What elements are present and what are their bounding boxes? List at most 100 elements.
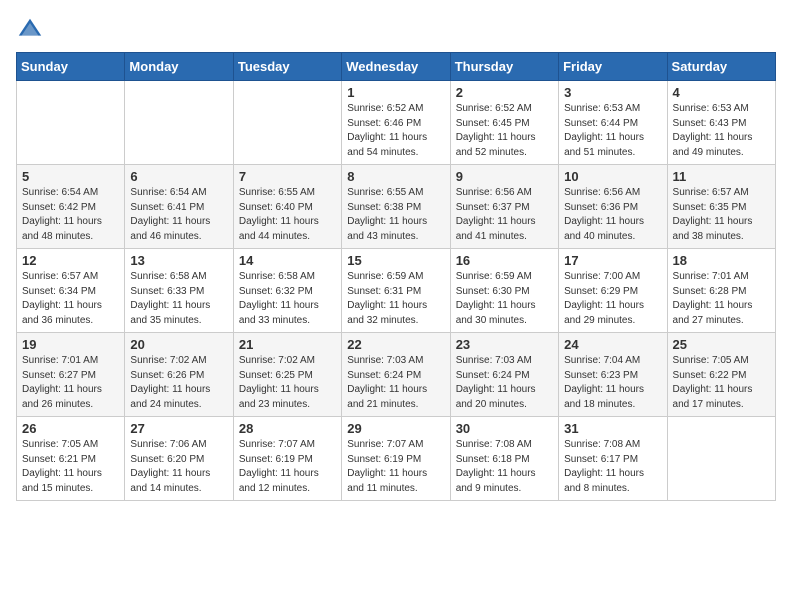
day-info: Sunrise: 7:06 AM Sunset: 6:20 PM Dayligh…	[130, 438, 227, 496]
calendar-cell: 19 Sunrise: 7:01 AM Sunset: 6:27 PM Dayli…	[17, 333, 125, 417]
day-number: 23	[456, 337, 553, 352]
day-info: Sunrise: 6:52 AM Sunset: 6:45 PM Dayligh…	[456, 102, 553, 160]
day-info: Sunrise: 7:07 AM Sunset: 6:19 PM Dayligh…	[347, 438, 444, 496]
calendar-header-friday: Friday	[559, 53, 667, 81]
calendar-cell	[17, 81, 125, 165]
day-number: 21	[239, 337, 336, 352]
calendar-cell: 15 Sunrise: 6:59 AM Sunset: 6:31 PM Dayli…	[342, 249, 450, 333]
calendar-cell: 11 Sunrise: 6:57 AM Sunset: 6:35 PM Dayli…	[667, 165, 775, 249]
day-number: 22	[347, 337, 444, 352]
calendar-header-row: SundayMondayTuesdayWednesdayThursdayFrid…	[17, 53, 776, 81]
calendar-cell: 6 Sunrise: 6:54 AM Sunset: 6:41 PM Daylig…	[125, 165, 233, 249]
calendar-cell: 21 Sunrise: 7:02 AM Sunset: 6:25 PM Dayli…	[233, 333, 341, 417]
logo	[16, 16, 48, 44]
day-info: Sunrise: 6:53 AM Sunset: 6:43 PM Dayligh…	[673, 102, 770, 160]
calendar-cell: 30 Sunrise: 7:08 AM Sunset: 6:18 PM Dayli…	[450, 417, 558, 501]
calendar-cell: 3 Sunrise: 6:53 AM Sunset: 6:44 PM Daylig…	[559, 81, 667, 165]
day-number: 1	[347, 85, 444, 100]
day-number: 15	[347, 253, 444, 268]
day-number: 13	[130, 253, 227, 268]
calendar-cell: 23 Sunrise: 7:03 AM Sunset: 6:24 PM Dayli…	[450, 333, 558, 417]
calendar-cell	[125, 81, 233, 165]
day-number: 19	[22, 337, 119, 352]
calendar-header-monday: Monday	[125, 53, 233, 81]
day-info: Sunrise: 7:05 AM Sunset: 6:21 PM Dayligh…	[22, 438, 119, 496]
day-info: Sunrise: 6:57 AM Sunset: 6:34 PM Dayligh…	[22, 270, 119, 328]
calendar-cell: 4Sunrise: 6:53 AM Sunset: 6:43 PM Daylig…	[667, 81, 775, 165]
calendar-cell: 27 Sunrise: 7:06 AM Sunset: 6:20 PM Dayli…	[125, 417, 233, 501]
calendar-cell	[233, 81, 341, 165]
day-number: 10	[564, 169, 661, 184]
day-number: 14	[239, 253, 336, 268]
calendar-header-thursday: Thursday	[450, 53, 558, 81]
day-info: Sunrise: 7:07 AM Sunset: 6:19 PM Dayligh…	[239, 438, 336, 496]
day-info: Sunrise: 7:03 AM Sunset: 6:24 PM Dayligh…	[456, 354, 553, 412]
logo-icon	[16, 16, 44, 44]
calendar-cell: 25Sunrise: 7:05 AM Sunset: 6:22 PM Dayli…	[667, 333, 775, 417]
page-header	[16, 16, 776, 44]
day-number: 27	[130, 421, 227, 436]
day-info: Sunrise: 6:53 AM Sunset: 6:44 PM Dayligh…	[564, 102, 661, 160]
calendar-week-1: 1 Sunrise: 6:52 AM Sunset: 6:46 PM Daylig…	[17, 81, 776, 165]
day-number: 29	[347, 421, 444, 436]
day-info: Sunrise: 7:04 AM Sunset: 6:23 PM Dayligh…	[564, 354, 661, 412]
calendar-header-saturday: Saturday	[667, 53, 775, 81]
day-info: Sunrise: 6:56 AM Sunset: 6:36 PM Dayligh…	[564, 186, 661, 244]
calendar-cell: 18 Sunrise: 7:01 AM Sunset: 6:28 PM Dayli…	[667, 249, 775, 333]
calendar-table: SundayMondayTuesdayWednesdayThursdayFrid…	[16, 52, 776, 501]
calendar-cell: 12 Sunrise: 6:57 AM Sunset: 6:34 PM Dayli…	[17, 249, 125, 333]
day-number: 5	[22, 169, 119, 184]
calendar-cell: 31 Sunrise: 7:08 AM Sunset: 6:17 PM Dayli…	[559, 417, 667, 501]
day-info: Sunrise: 6:52 AM Sunset: 6:46 PM Dayligh…	[347, 102, 444, 160]
day-info: Sunrise: 7:02 AM Sunset: 6:26 PM Dayligh…	[130, 354, 227, 412]
day-info: Sunrise: 6:54 AM Sunset: 6:41 PM Dayligh…	[130, 186, 227, 244]
calendar-cell: 26 Sunrise: 7:05 AM Sunset: 6:21 PM Dayli…	[17, 417, 125, 501]
day-number: 3	[564, 85, 661, 100]
day-number: 7	[239, 169, 336, 184]
day-info: Sunrise: 7:03 AM Sunset: 6:24 PM Dayligh…	[347, 354, 444, 412]
calendar-cell: 28 Sunrise: 7:07 AM Sunset: 6:19 PM Dayli…	[233, 417, 341, 501]
calendar-header-tuesday: Tuesday	[233, 53, 341, 81]
day-number: 6	[130, 169, 227, 184]
calendar-week-2: 5 Sunrise: 6:54 AM Sunset: 6:42 PM Daylig…	[17, 165, 776, 249]
calendar-cell: 22 Sunrise: 7:03 AM Sunset: 6:24 PM Dayli…	[342, 333, 450, 417]
day-info: Sunrise: 6:55 AM Sunset: 6:38 PM Dayligh…	[347, 186, 444, 244]
day-info: Sunrise: 7:01 AM Sunset: 6:27 PM Dayligh…	[22, 354, 119, 412]
calendar-cell: 5 Sunrise: 6:54 AM Sunset: 6:42 PM Daylig…	[17, 165, 125, 249]
calendar-cell: 16 Sunrise: 6:59 AM Sunset: 6:30 PM Dayli…	[450, 249, 558, 333]
calendar-cell: 24 Sunrise: 7:04 AM Sunset: 6:23 PM Dayli…	[559, 333, 667, 417]
day-info: Sunrise: 7:08 AM Sunset: 6:18 PM Dayligh…	[456, 438, 553, 496]
calendar-cell: 13Sunrise: 6:58 AM Sunset: 6:33 PM Dayli…	[125, 249, 233, 333]
day-number: 16	[456, 253, 553, 268]
day-info: Sunrise: 7:08 AM Sunset: 6:17 PM Dayligh…	[564, 438, 661, 496]
calendar-cell	[667, 417, 775, 501]
day-info: Sunrise: 7:05 AM Sunset: 6:22 PM Dayligh…	[673, 354, 770, 412]
day-info: Sunrise: 6:54 AM Sunset: 6:42 PM Dayligh…	[22, 186, 119, 244]
day-info: Sunrise: 6:59 AM Sunset: 6:30 PM Dayligh…	[456, 270, 553, 328]
day-info: Sunrise: 6:56 AM Sunset: 6:37 PM Dayligh…	[456, 186, 553, 244]
day-number: 18	[673, 253, 770, 268]
day-number: 11	[673, 169, 770, 184]
day-number: 9	[456, 169, 553, 184]
day-number: 8	[347, 169, 444, 184]
day-number: 31	[564, 421, 661, 436]
day-info: Sunrise: 6:55 AM Sunset: 6:40 PM Dayligh…	[239, 186, 336, 244]
calendar-cell: 1 Sunrise: 6:52 AM Sunset: 6:46 PM Daylig…	[342, 81, 450, 165]
day-info: Sunrise: 7:01 AM Sunset: 6:28 PM Dayligh…	[673, 270, 770, 328]
calendar-week-5: 26 Sunrise: 7:05 AM Sunset: 6:21 PM Dayli…	[17, 417, 776, 501]
calendar-week-3: 12 Sunrise: 6:57 AM Sunset: 6:34 PM Dayli…	[17, 249, 776, 333]
day-number: 12	[22, 253, 119, 268]
calendar-cell: 10 Sunrise: 6:56 AM Sunset: 6:36 PM Dayli…	[559, 165, 667, 249]
day-info: Sunrise: 7:00 AM Sunset: 6:29 PM Dayligh…	[564, 270, 661, 328]
calendar-cell: 8 Sunrise: 6:55 AM Sunset: 6:38 PM Daylig…	[342, 165, 450, 249]
calendar-week-4: 19 Sunrise: 7:01 AM Sunset: 6:27 PM Dayli…	[17, 333, 776, 417]
day-number: 28	[239, 421, 336, 436]
day-number: 26	[22, 421, 119, 436]
day-number: 24	[564, 337, 661, 352]
calendar-header-sunday: Sunday	[17, 53, 125, 81]
day-info: Sunrise: 6:57 AM Sunset: 6:35 PM Dayligh…	[673, 186, 770, 244]
day-info: Sunrise: 7:02 AM Sunset: 6:25 PM Dayligh…	[239, 354, 336, 412]
day-number: 30	[456, 421, 553, 436]
day-info: Sunrise: 6:59 AM Sunset: 6:31 PM Dayligh…	[347, 270, 444, 328]
day-info: Sunrise: 6:58 AM Sunset: 6:32 PM Dayligh…	[239, 270, 336, 328]
